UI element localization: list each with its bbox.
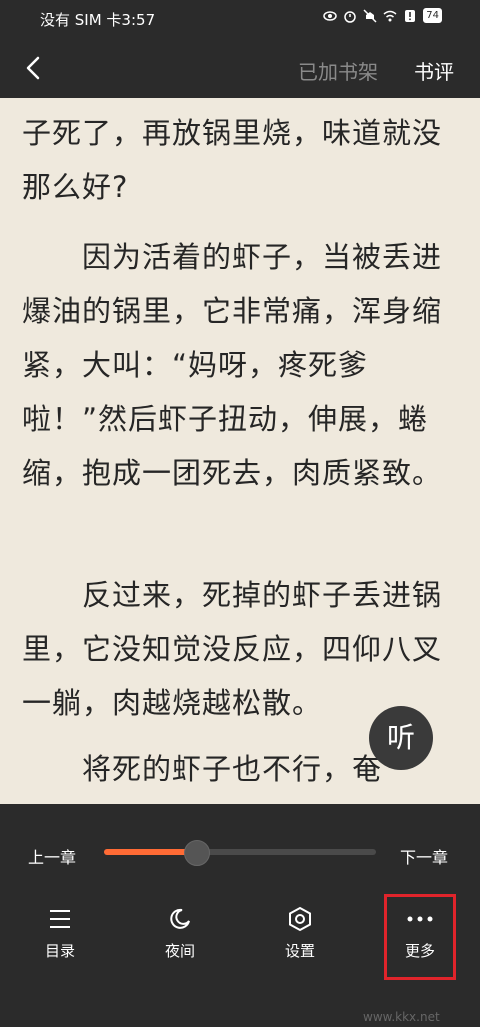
status-icons: 74: [323, 8, 442, 23]
tab-toc[interactable]: 目录: [20, 904, 100, 961]
progress-knob[interactable]: [184, 840, 211, 866]
bottom-panel: 上一章 下一章 目录 夜间 设置 更多 www.kkx.net: [0, 804, 480, 1027]
status-carrier-time: 没有 SIM 卡3:57: [40, 11, 156, 29]
moon-icon: [140, 904, 220, 934]
mute-icon: [363, 8, 377, 23]
alert-icon: [403, 9, 417, 23]
top-nav: 已加书架 书评: [0, 38, 480, 98]
tab-toc-label: 目录: [44, 942, 75, 960]
battery-indicator: 74: [423, 8, 442, 23]
tab-settings[interactable]: 设置: [260, 904, 340, 961]
highlight-box: [384, 894, 456, 980]
wifi-icon: [383, 9, 397, 23]
tab-night-label: 夜间: [164, 942, 195, 960]
reading-area[interactable]: 子死了，再放锅里烧，味道就没那么好? 因为活着的虾子，当被丢进爆油的锅里，它非常…: [0, 98, 480, 804]
back-arrow-icon: [26, 56, 40, 80]
alarm-icon: [343, 9, 357, 23]
listen-button[interactable]: 听: [369, 706, 433, 770]
back-button[interactable]: [18, 52, 50, 84]
menu-lines-icon: [20, 904, 100, 934]
review-button[interactable]: 书评: [414, 56, 454, 85]
added-to-shelf-button[interactable]: 已加书架: [298, 56, 378, 85]
prev-chapter-button[interactable]: 上一章: [28, 844, 76, 868]
gear-icon: [260, 904, 340, 934]
progress-fill: [104, 849, 197, 855]
watermark: www.kkx.net: [363, 1010, 440, 1024]
paragraph-1: 子死了，再放锅里烧，味道就没那么好?: [22, 116, 443, 204]
paragraph-2: 因为活着的虾子，当被丢进爆油的锅里，它非常痛，浑身缩紧，大叫：“妈呀，疼死爹啦！…: [22, 240, 443, 490]
tab-night[interactable]: 夜间: [140, 904, 220, 961]
chapter-progress-slider[interactable]: [104, 840, 376, 866]
tab-settings-label: 设置: [284, 942, 315, 960]
status-bar: 没有 SIM 卡3:57 74: [0, 0, 480, 38]
next-chapter-button[interactable]: 下一章: [400, 844, 448, 868]
eye-icon: [323, 9, 338, 23]
